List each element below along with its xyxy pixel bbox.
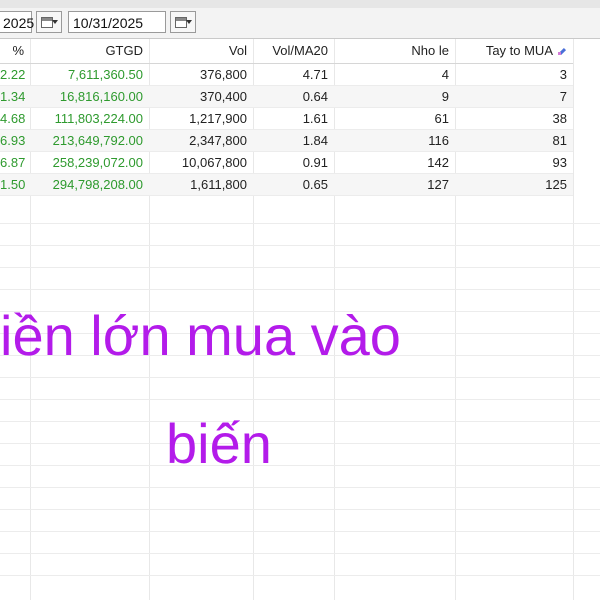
cell-nho-le: 9: [334, 85, 455, 108]
date-toolbar: 2025 10/31/2025: [0, 8, 600, 39]
cell-tay-to-mua: 3: [455, 63, 573, 86]
cell-vol: 1,611,800: [149, 173, 253, 196]
cell-tay-to-mua: 7: [455, 85, 573, 108]
cell-nho-le: 4: [334, 63, 455, 86]
cell-nho-le: 116: [334, 129, 455, 152]
cell-percent: 1.50: [0, 173, 30, 196]
cell-vol: 370,400: [149, 85, 253, 108]
filter-icon[interactable]: [558, 47, 567, 56]
cell-percent: 4.68: [0, 107, 30, 130]
start-date-picker-button[interactable]: [36, 11, 62, 33]
grid-line: [0, 377, 600, 378]
cell-vol: 376,800: [149, 63, 253, 86]
end-date-picker-button[interactable]: [170, 11, 196, 33]
cell-vol: 10,067,800: [149, 151, 253, 174]
grid-line: [0, 223, 600, 224]
table-row[interactable]: 2.22 7,611,360.50 376,800 4.71 4 3: [0, 63, 573, 86]
column-header-nho-le[interactable]: Nho le: [334, 39, 455, 64]
column-header-vol-ma20[interactable]: Vol/MA20: [253, 39, 334, 64]
cell-nho-le: 142: [334, 151, 455, 174]
grid-line: [0, 289, 600, 290]
start-date-value: 2025: [3, 15, 35, 31]
table-row[interactable]: 6.87 258,239,072.00 10,067,800 0.91 142 …: [0, 151, 573, 174]
grid-line: [573, 39, 574, 600]
cell-vol-ma20: 4.71: [253, 63, 334, 86]
grid-line: [0, 553, 600, 554]
cell-gtgd: 213,649,792.00: [30, 129, 149, 152]
grid-line: [0, 509, 600, 510]
column-header-vol[interactable]: Vol: [149, 39, 253, 64]
cell-nho-le: 127: [334, 173, 455, 196]
stock-table: % GTGD Vol Vol/MA20 Nho le Tay to MUA 2.…: [0, 39, 573, 196]
table-row[interactable]: 4.68 111,803,224.00 1,217,900 1.61 61 38: [0, 107, 573, 130]
column-header-label: Tay to MUA: [485, 43, 553, 59]
cell-nho-le: 61: [334, 107, 455, 130]
cell-vol: 1,217,900: [149, 107, 253, 130]
table-row[interactable]: 1.50 294,798,208.00 1,611,800 0.65 127 1…: [0, 173, 573, 196]
start-date-field[interactable]: 2025: [0, 11, 35, 33]
table-row[interactable]: 1.34 16,816,160.00 370,400 0.64 9 7: [0, 85, 573, 108]
cell-percent: 6.87: [0, 151, 30, 174]
cell-gtgd: 258,239,072.00: [30, 151, 149, 174]
table-header-row: % GTGD Vol Vol/MA20 Nho le Tay to MUA: [0, 39, 573, 64]
column-header-tay-to-mua[interactable]: Tay to MUA: [455, 39, 573, 64]
cell-gtgd: 16,816,160.00: [30, 85, 149, 108]
grid-line: [0, 267, 600, 268]
cell-tay-to-mua: 81: [455, 129, 573, 152]
table-row[interactable]: 6.93 213,649,792.00 2,347,800 1.84 116 8…: [0, 129, 573, 152]
cell-tay-to-mua: 125: [455, 173, 573, 196]
cell-gtgd: 294,798,208.00: [30, 173, 149, 196]
chevron-down-icon: [186, 20, 192, 24]
chevron-down-icon: [52, 20, 58, 24]
column-header-gtgd[interactable]: GTGD: [30, 39, 149, 64]
grid-line: [0, 465, 600, 466]
end-date-value: 10/31/2025: [73, 15, 144, 31]
cell-vol-ma20: 0.91: [253, 151, 334, 174]
cell-gtgd: 111,803,224.00: [30, 107, 149, 130]
cell-gtgd: 7,611,360.50: [30, 63, 149, 86]
cell-percent: 6.93: [0, 129, 30, 152]
cell-vol-ma20: 0.65: [253, 173, 334, 196]
grid-line: [0, 421, 600, 422]
grid-line: [0, 531, 600, 532]
cell-tay-to-mua: 38: [455, 107, 573, 130]
cell-vol-ma20: 1.61: [253, 107, 334, 130]
grid-line: [0, 399, 600, 400]
grid-line: [0, 575, 600, 576]
grid-line: [0, 245, 600, 246]
cell-vol-ma20: 1.84: [253, 129, 334, 152]
overlay-caption-line-1: iền lớn mua vào: [0, 304, 401, 367]
column-header-percent[interactable]: %: [0, 39, 30, 64]
grid-line: [0, 487, 600, 488]
grid-line: [0, 443, 600, 444]
overlay-caption-line-2: biến: [166, 412, 272, 475]
cell-percent: 2.22: [0, 63, 30, 86]
end-date-field[interactable]: 10/31/2025: [68, 11, 166, 33]
cell-tay-to-mua: 93: [455, 151, 573, 174]
cell-percent: 1.34: [0, 85, 30, 108]
cell-vol: 2,347,800: [149, 129, 253, 152]
cell-vol-ma20: 0.64: [253, 85, 334, 108]
